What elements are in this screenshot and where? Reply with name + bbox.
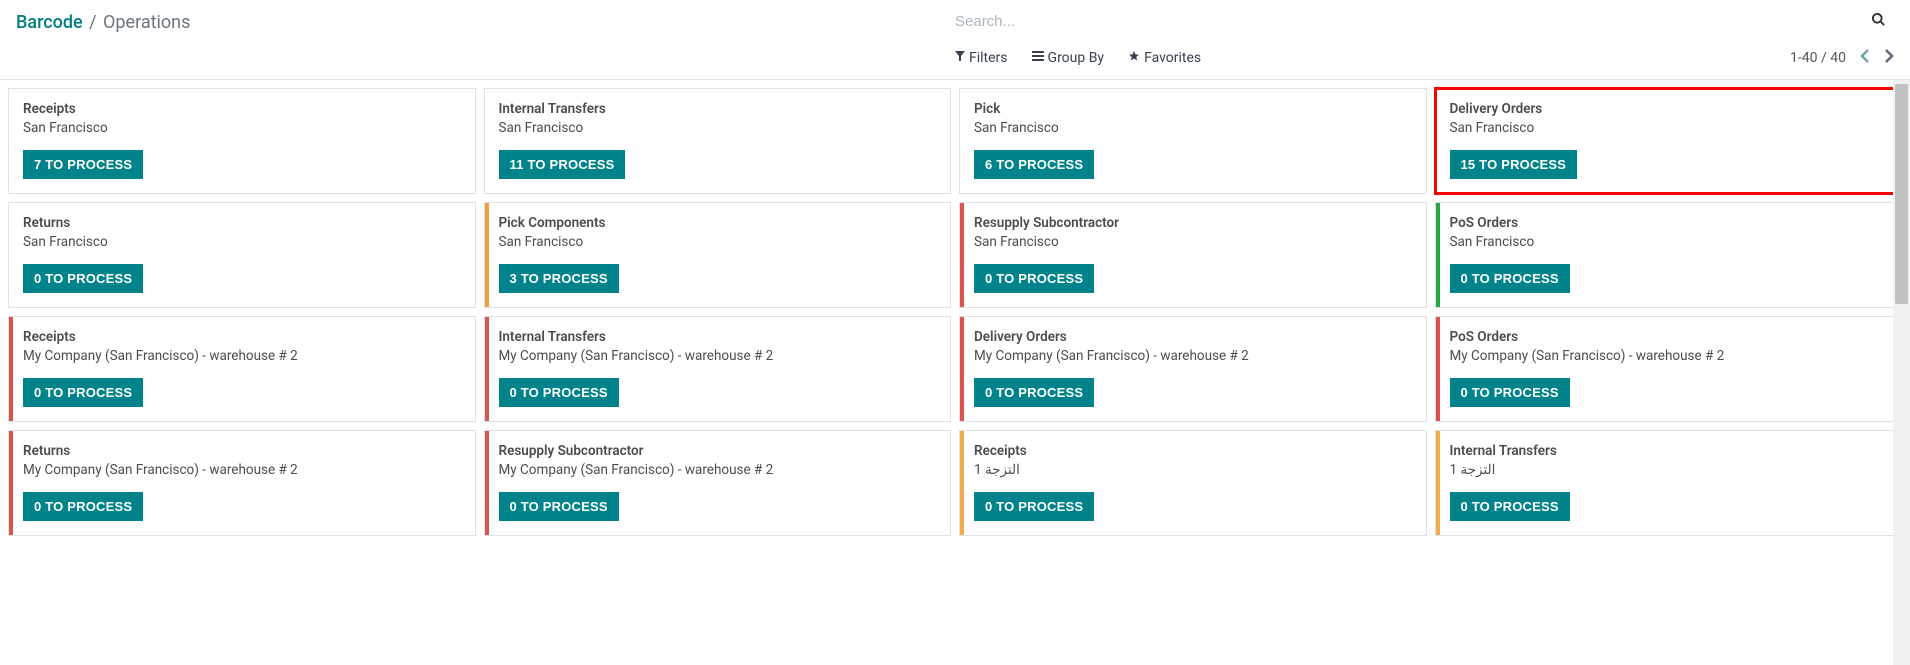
operation-card[interactable]: Receipts San Francisco 7 TO PROCESS bbox=[8, 88, 476, 194]
to-process-button[interactable]: 0 TO PROCESS bbox=[1450, 264, 1570, 293]
favorites-button[interactable]: Favorites bbox=[1128, 50, 1201, 66]
pager-range: 1-40 bbox=[1790, 50, 1817, 66]
star-icon bbox=[1128, 50, 1140, 65]
operation-card[interactable]: Delivery Orders San Francisco 15 TO PROCES… bbox=[1435, 88, 1903, 194]
card-title: Pick Components bbox=[499, 215, 937, 231]
to-process-button[interactable]: 0 TO PROCESS bbox=[974, 378, 1094, 407]
operation-card[interactable]: Delivery Orders My Company (San Francisco… bbox=[959, 316, 1427, 422]
to-process-button[interactable]: 11 TO PROCESS bbox=[499, 150, 626, 179]
card-stripe bbox=[485, 203, 489, 307]
operation-card[interactable]: Internal Transfers San Francisco 11 TO PRO… bbox=[484, 88, 952, 194]
operation-card[interactable]: Receipts التزجة 1 0 TO PROCESS bbox=[959, 430, 1427, 536]
card-stripe bbox=[9, 317, 13, 421]
operation-card[interactable]: Internal Transfers My Company (San Franci… bbox=[484, 316, 952, 422]
filters-label: Filters bbox=[969, 50, 1008, 66]
card-subtitle: My Company (San Francisco) - warehouse #… bbox=[499, 348, 937, 364]
pager-prev-button[interactable] bbox=[1860, 48, 1870, 67]
operation-card[interactable]: Returns My Company (San Francisco) - ware… bbox=[8, 430, 476, 536]
to-process-button[interactable]: 0 TO PROCESS bbox=[23, 264, 143, 293]
card-title: Resupply Subcontractor bbox=[499, 443, 937, 459]
card-title: Delivery Orders bbox=[974, 329, 1412, 345]
to-process-button[interactable]: 0 TO PROCESS bbox=[499, 492, 619, 521]
card-subtitle: My Company (San Francisco) - warehouse #… bbox=[23, 462, 461, 478]
to-process-button[interactable]: 0 TO PROCESS bbox=[1450, 492, 1570, 521]
card-subtitle: San Francisco bbox=[974, 234, 1412, 250]
operation-card[interactable]: Pick Components San Francisco 3 TO PROCESS bbox=[484, 202, 952, 308]
card-stripe bbox=[1436, 431, 1440, 535]
pager-total: 40 bbox=[1830, 50, 1846, 66]
list-icon bbox=[1032, 51, 1044, 64]
card-subtitle: My Company (San Francisco) - warehouse #… bbox=[499, 462, 937, 478]
card-subtitle: San Francisco bbox=[23, 120, 461, 136]
operation-card[interactable]: PoS Orders My Company (San Francisco) - w… bbox=[1435, 316, 1903, 422]
operation-card[interactable]: Receipts My Company (San Francisco) - war… bbox=[8, 316, 476, 422]
card-title: PoS Orders bbox=[1450, 329, 1888, 345]
operation-card[interactable]: Resupply Subcontractor My Company (San Fr… bbox=[484, 430, 952, 536]
card-title: Returns bbox=[23, 443, 461, 459]
operation-card[interactable]: Internal Transfers التزجة 1 0 TO PROCESS bbox=[1435, 430, 1903, 536]
card-title: Internal Transfers bbox=[499, 329, 937, 345]
filter-icon bbox=[955, 51, 965, 64]
card-title: Internal Transfers bbox=[499, 101, 937, 117]
breadcrumb-current: Operations bbox=[103, 12, 190, 33]
card-subtitle: San Francisco bbox=[1450, 120, 1888, 136]
breadcrumb: Barcode / Operations bbox=[16, 8, 955, 77]
card-title: Returns bbox=[23, 215, 461, 231]
card-title: PoS Orders bbox=[1450, 215, 1888, 231]
search-icon[interactable] bbox=[1863, 8, 1894, 35]
search-input[interactable] bbox=[955, 9, 1863, 34]
to-process-button[interactable]: 0 TO PROCESS bbox=[974, 492, 1094, 521]
breadcrumb-separator: / bbox=[89, 12, 96, 33]
card-subtitle: التزجة 1 bbox=[1450, 462, 1888, 478]
groupby-button[interactable]: Group By bbox=[1032, 50, 1105, 66]
card-title: Receipts bbox=[23, 329, 461, 345]
card-stripe bbox=[1436, 317, 1440, 421]
card-title: Delivery Orders bbox=[1450, 101, 1888, 117]
card-stripe bbox=[960, 317, 964, 421]
card-stripe bbox=[960, 203, 964, 307]
pager-next-button[interactable] bbox=[1884, 48, 1894, 67]
card-subtitle: San Francisco bbox=[499, 234, 937, 250]
card-stripe bbox=[960, 431, 964, 535]
card-subtitle: My Company (San Francisco) - warehouse #… bbox=[1450, 348, 1888, 364]
card-stripe bbox=[485, 431, 489, 535]
card-stripe bbox=[9, 431, 13, 535]
card-title: Internal Transfers bbox=[1450, 443, 1888, 459]
filters-button[interactable]: Filters bbox=[955, 50, 1008, 66]
to-process-button[interactable]: 15 TO PROCESS bbox=[1450, 150, 1578, 179]
to-process-button[interactable]: 0 TO PROCESS bbox=[1450, 378, 1570, 407]
to-process-button[interactable]: 3 TO PROCESS bbox=[499, 264, 619, 293]
card-subtitle: My Company (San Francisco) - warehouse #… bbox=[23, 348, 461, 364]
card-title: Pick bbox=[974, 101, 1412, 117]
card-subtitle: San Francisco bbox=[23, 234, 461, 250]
card-subtitle: My Company (San Francisco) - warehouse #… bbox=[974, 348, 1412, 364]
kanban-grid: Receipts San Francisco 7 TO PROCESS Interna… bbox=[0, 80, 1910, 544]
operation-card[interactable]: Returns San Francisco 0 TO PROCESS bbox=[8, 202, 476, 308]
scrollbar-thumb[interactable] bbox=[1895, 84, 1908, 304]
operation-card[interactable]: Resupply Subcontractor San Francisco 0 TO … bbox=[959, 202, 1427, 308]
card-stripe bbox=[1436, 203, 1440, 307]
to-process-button[interactable]: 7 TO PROCESS bbox=[23, 150, 143, 179]
card-stripe bbox=[485, 317, 489, 421]
groupby-label: Group By bbox=[1048, 50, 1105, 66]
to-process-button[interactable]: 0 TO PROCESS bbox=[974, 264, 1094, 293]
card-subtitle: San Francisco bbox=[1450, 234, 1888, 250]
card-subtitle: San Francisco bbox=[974, 120, 1412, 136]
to-process-button[interactable]: 0 TO PROCESS bbox=[499, 378, 619, 407]
vertical-scrollbar[interactable] bbox=[1893, 80, 1910, 665]
card-subtitle: التزجة 1 bbox=[974, 462, 1412, 478]
card-title: Receipts bbox=[23, 101, 461, 117]
pager-text[interactable]: 1-40 / 40 bbox=[1790, 50, 1846, 66]
pager-sep: / bbox=[1821, 50, 1830, 66]
favorites-label: Favorites bbox=[1144, 50, 1201, 66]
operation-card[interactable]: Pick San Francisco 6 TO PROCESS bbox=[959, 88, 1427, 194]
card-title: Resupply Subcontractor bbox=[974, 215, 1412, 231]
card-title: Receipts bbox=[974, 443, 1412, 459]
operation-card[interactable]: PoS Orders San Francisco 0 TO PROCESS bbox=[1435, 202, 1903, 308]
to-process-button[interactable]: 6 TO PROCESS bbox=[974, 150, 1094, 179]
card-subtitle: San Francisco bbox=[499, 120, 937, 136]
breadcrumb-root[interactable]: Barcode bbox=[16, 12, 83, 33]
to-process-button[interactable]: 0 TO PROCESS bbox=[23, 378, 143, 407]
to-process-button[interactable]: 0 TO PROCESS bbox=[23, 492, 143, 521]
